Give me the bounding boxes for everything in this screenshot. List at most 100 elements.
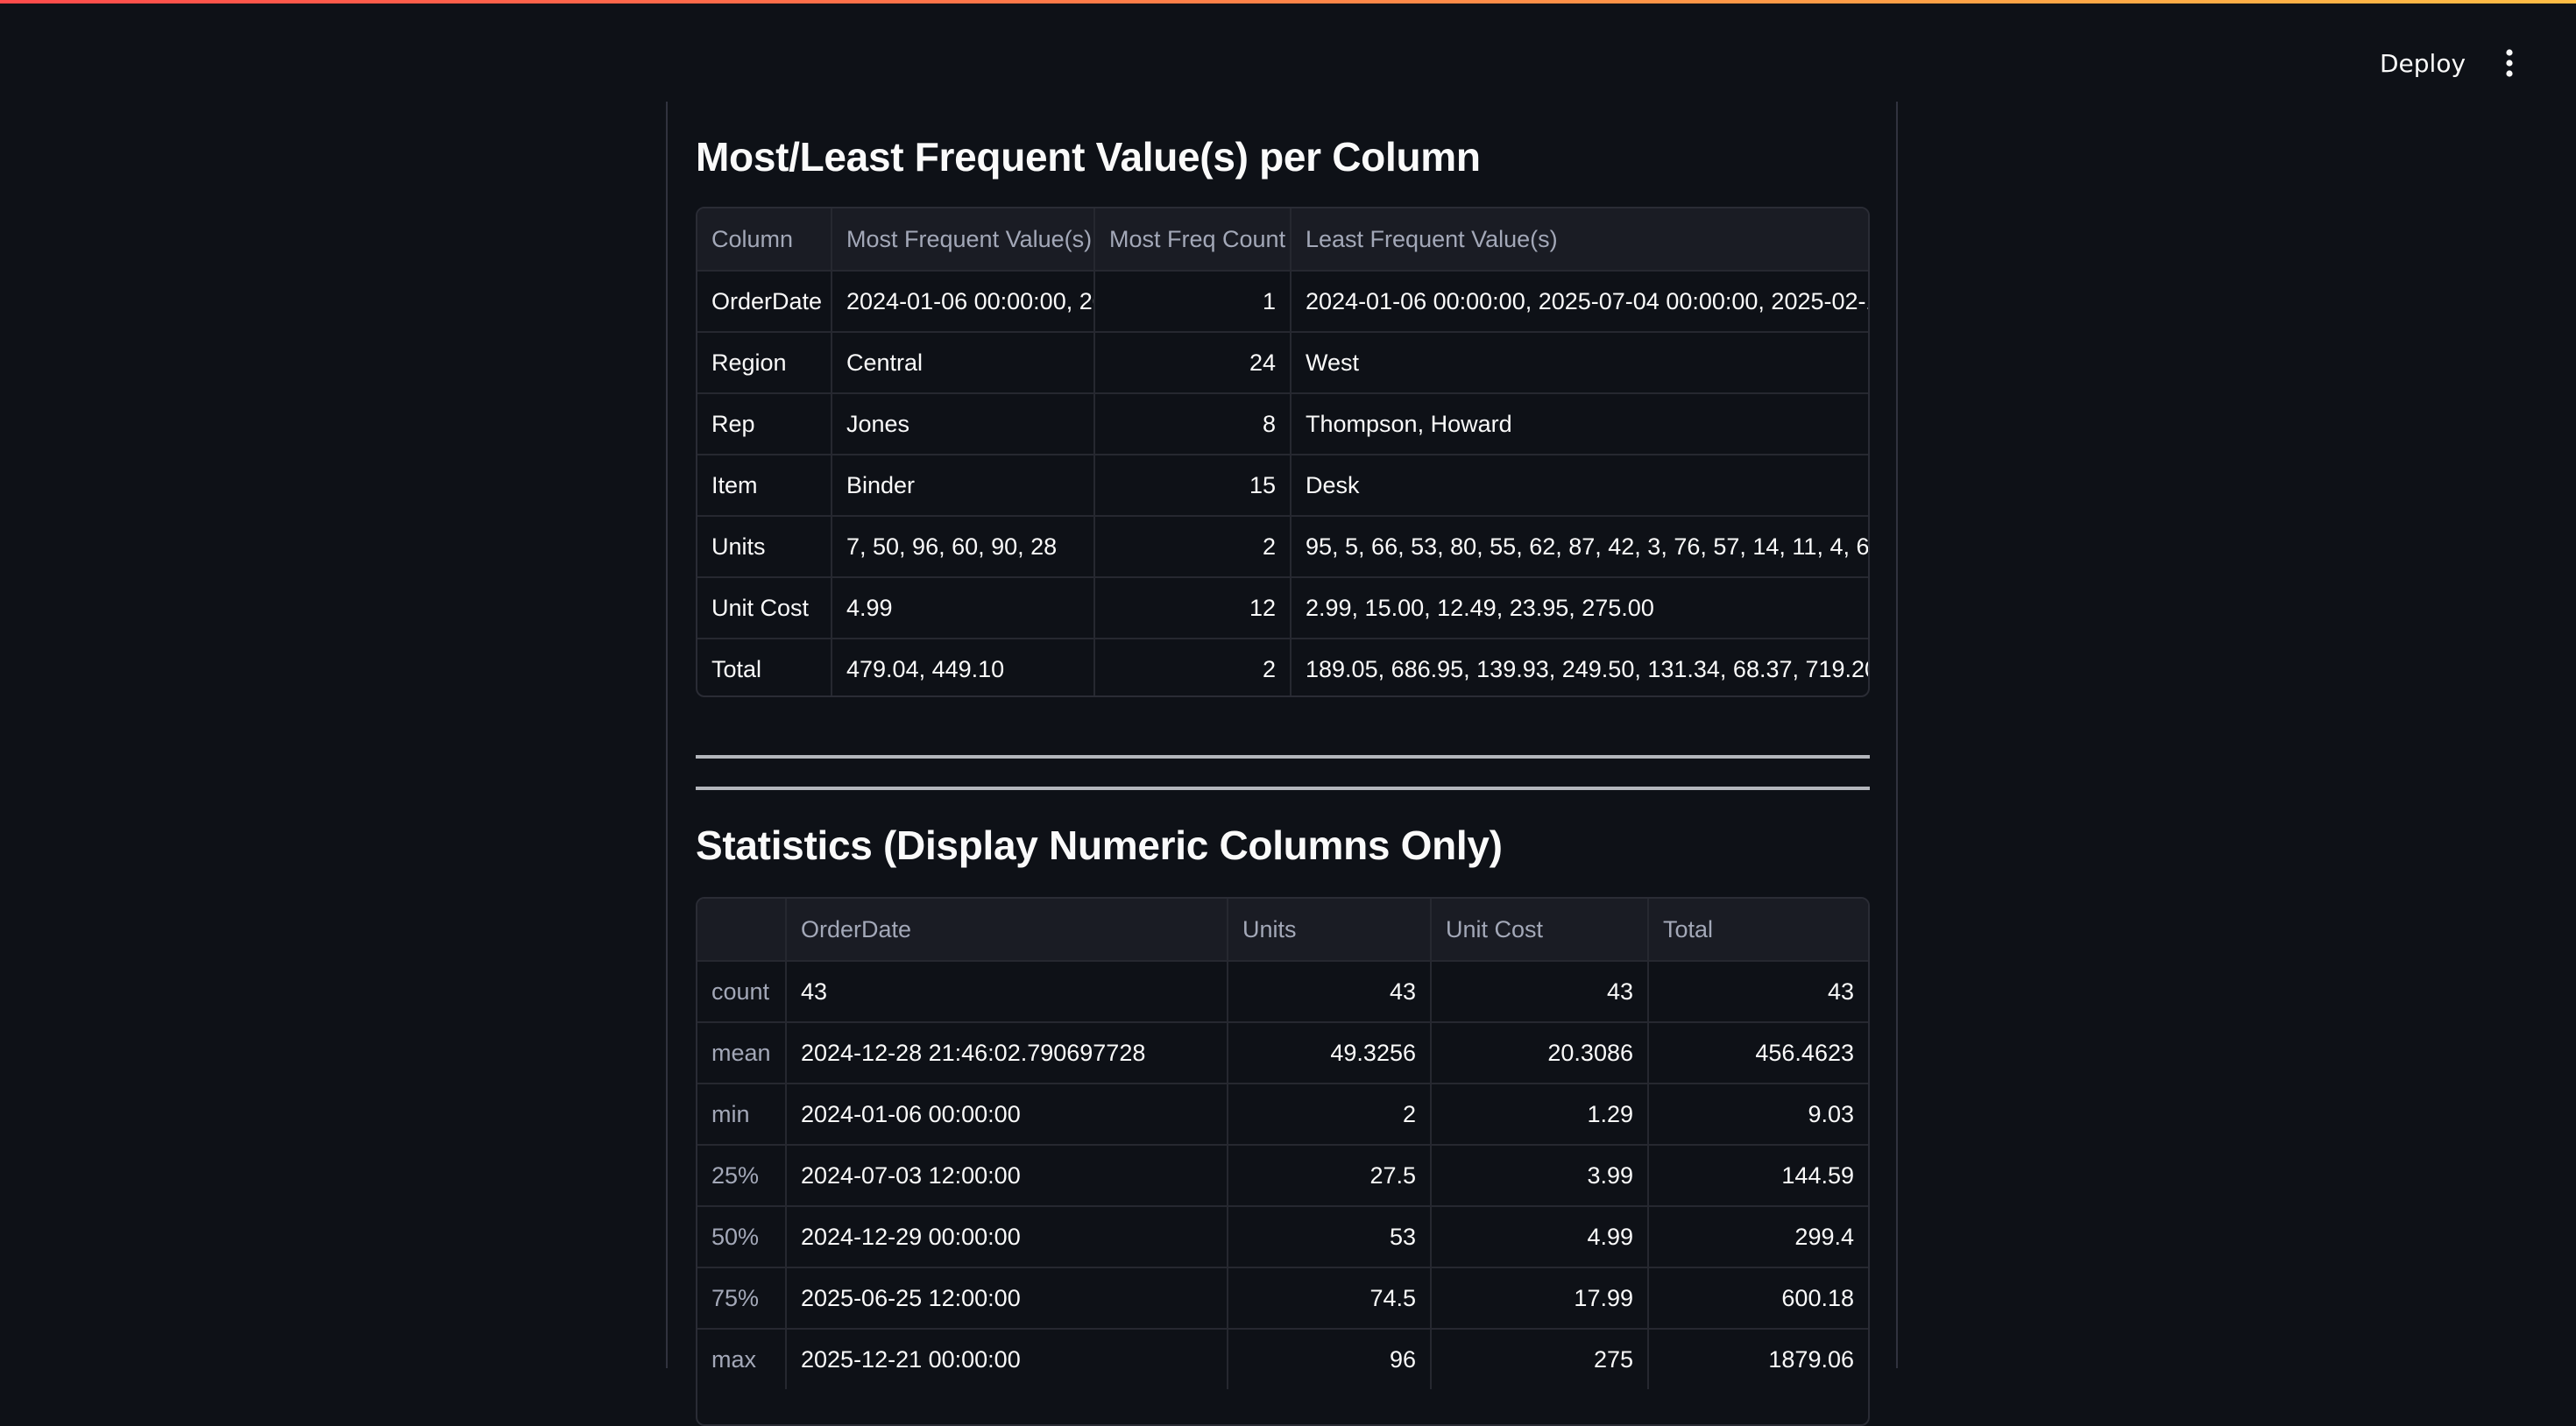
table-row: Units 7, 50, 96, 60, 90, 28 2 95, 5, 66, 53… [697,515,1868,576]
row-index-cell[interactable]: 25% [697,1146,787,1205]
table-cell[interactable]: Item [697,455,832,515]
table-cell[interactable]: 20.3086 [1432,1023,1649,1083]
table-cell[interactable]: 275 [1432,1330,1649,1389]
table-cell[interactable]: OrderDate [697,272,832,331]
column-header[interactable]: Units [1228,899,1432,960]
table-cell[interactable]: 27.5 [1228,1146,1432,1205]
table-cell[interactable]: 299.4 [1649,1207,1868,1267]
table-cell[interactable]: 2024-01-06 00:00:00, 202 [832,272,1095,331]
table-cell[interactable]: 600.18 [1649,1268,1868,1328]
table-cell[interactable]: 3.99 [1432,1146,1649,1205]
table-row: 75% 2025-06-25 12:00:00 74.5 17.99 600.18 [697,1267,1868,1328]
table-cell[interactable]: 1879.06 [1649,1330,1868,1389]
row-index-cell[interactable]: min [697,1084,787,1144]
table-cell[interactable]: Total [697,639,832,695]
main-container-left-border [666,102,668,1368]
table-cell[interactable]: 2 [1095,639,1292,695]
table-cell[interactable]: Region [697,333,832,392]
table-row: 50% 2024-12-29 00:00:00 53 4.99 299.4 [697,1205,1868,1267]
table-cell[interactable]: 43 [787,962,1228,1021]
table-cell[interactable]: 2024-12-29 00:00:00 [787,1207,1228,1267]
frequency-section-title: Most/Least Frequent Value(s) per Column [696,134,1481,180]
row-index-cell[interactable]: mean [697,1023,787,1083]
table-cell[interactable]: 2 [1228,1084,1432,1144]
table-cell[interactable]: West [1292,333,1868,392]
table-cell[interactable]: 7, 50, 96, 60, 90, 28 [832,517,1095,576]
divider [696,787,1870,790]
table-cell[interactable]: 4.99 [1432,1207,1649,1267]
table-row: OrderDate 2024-01-06 00:00:00, 202 1 2024-0… [697,270,1868,331]
table-cell[interactable]: Jones [832,394,1095,454]
app-header: Deploy [0,4,2576,102]
frequency-table[interactable]: Column Most Frequent Value(s) Most Freq … [696,207,1870,697]
table-cell[interactable]: 2024-01-06 00:00:00, 2025-07-04 00:00:00… [1292,272,1868,331]
deploy-button[interactable]: Deploy [2366,40,2480,86]
table-cell[interactable]: 49.3256 [1228,1023,1432,1083]
table-cell[interactable]: 43 [1432,962,1649,1021]
divider [696,755,1870,759]
table-row: min 2024-01-06 00:00:00 2 1.29 9.03 [697,1083,1868,1144]
table-cell[interactable]: 17.99 [1432,1268,1649,1328]
table-row: Total 479.04, 449.10 2 189.05, 686.95, 139.… [697,638,1868,695]
statistics-table[interactable]: OrderDate Units Unit Cost Total count 43 4… [696,897,1870,1426]
table-row: count 43 43 43 43 [697,960,1868,1021]
column-header[interactable]: Column [697,208,832,270]
table-row: Unit Cost 4.99 12 2.99, 15.00, 12.49, 23.95… [697,576,1868,638]
column-header[interactable]: Most Freq Count [1095,208,1292,270]
table-cell[interactable]: Desk [1292,455,1868,515]
table-row: mean 2024-12-28 21:46:02.790697728 49.3256… [697,1021,1868,1083]
table-cell[interactable]: 43 [1649,962,1868,1021]
table-cell[interactable]: 4.99 [832,578,1095,638]
table-cell[interactable]: 2025-06-25 12:00:00 [787,1268,1228,1328]
table-cell[interactable]: Central [832,333,1095,392]
table-cell[interactable]: 2025-12-21 00:00:00 [787,1330,1228,1389]
table-cell[interactable]: Binder [832,455,1095,515]
table-cell[interactable]: 53 [1228,1207,1432,1267]
column-header[interactable]: Total [1649,899,1868,960]
row-index-cell[interactable]: max [697,1330,787,1389]
main-menu-button[interactable] [2488,40,2530,86]
table-cell[interactable]: 2024-07-03 12:00:00 [787,1146,1228,1205]
table-cell[interactable]: 2.99, 15.00, 12.49, 23.95, 275.00 [1292,578,1868,638]
table-cell[interactable]: 43 [1228,962,1432,1021]
table-cell[interactable]: 144.59 [1649,1146,1868,1205]
table-row: 25% 2024-07-03 12:00:00 27.5 3.99 144.59 [697,1144,1868,1205]
column-header[interactable]: OrderDate [787,899,1228,960]
column-header[interactable]: Unit Cost [1432,899,1649,960]
table-row: max 2025-12-21 00:00:00 96 275 1879.06 [697,1328,1868,1389]
row-index-cell[interactable]: count [697,962,787,1021]
table-cell[interactable]: 456.4623 [1649,1023,1868,1083]
table-cell[interactable]: Units [697,517,832,576]
table-cell[interactable]: 95, 5, 66, 53, 80, 55, 62, 87, 42, 3, 76… [1292,517,1868,576]
table-cell[interactable]: 96 [1228,1330,1432,1389]
index-header [697,899,787,960]
main-container-right-border [1896,102,1898,1368]
statistics-table-header: OrderDate Units Unit Cost Total [697,899,1868,960]
table-cell[interactable]: 1.29 [1432,1084,1649,1144]
frequency-table-header: Column Most Frequent Value(s) Most Freq … [697,208,1868,270]
row-index-cell[interactable]: 50% [697,1207,787,1267]
more-vertical-icon [2506,49,2513,77]
table-cell[interactable]: 479.04, 449.10 [832,639,1095,695]
table-cell[interactable]: 74.5 [1228,1268,1432,1328]
table-cell[interactable]: 8 [1095,394,1292,454]
table-cell[interactable]: 24 [1095,333,1292,392]
table-cell[interactable]: 2024-01-06 00:00:00 [787,1084,1228,1144]
column-header[interactable]: Least Frequent Value(s) [1292,208,1868,270]
table-cell[interactable]: 2 [1095,517,1292,576]
table-row: Region Central 24 West [697,331,1868,392]
table-row: Rep Jones 8 Thompson, Howard [697,392,1868,454]
table-row: Item Binder 15 Desk [697,454,1868,515]
table-cell[interactable]: Thompson, Howard [1292,394,1868,454]
column-header[interactable]: Most Frequent Value(s) [832,208,1095,270]
table-cell[interactable]: 12 [1095,578,1292,638]
table-cell[interactable]: 9.03 [1649,1084,1868,1144]
statistics-section-title: Statistics (Display Numeric Columns Only… [696,822,1503,868]
table-cell[interactable]: 1 [1095,272,1292,331]
row-index-cell[interactable]: 75% [697,1268,787,1328]
table-cell[interactable]: Rep [697,394,832,454]
table-cell[interactable]: 15 [1095,455,1292,515]
table-cell[interactable]: Unit Cost [697,578,832,638]
table-cell[interactable]: 2024-12-28 21:46:02.790697728 [787,1023,1228,1083]
table-cell[interactable]: 189.05, 686.95, 139.93, 249.50, 131.34, … [1292,639,1868,695]
